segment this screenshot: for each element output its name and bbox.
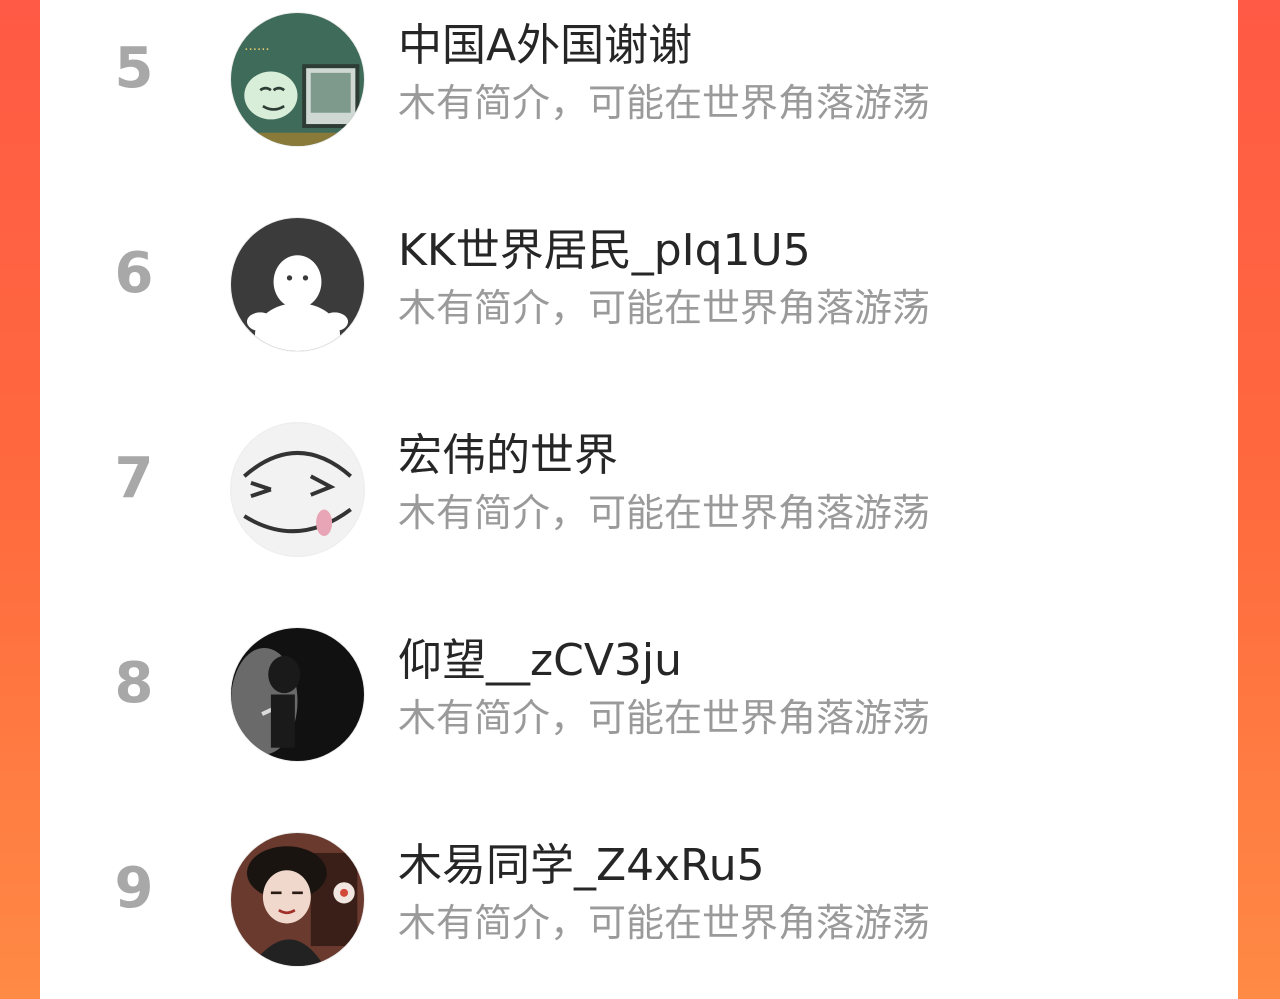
list-item[interactable]: 7 宏伟的世界 木有简介，可能在世界角落游荡 (40, 410, 1238, 560)
rank-number: 5 (114, 36, 154, 101)
rank-number: 8 (114, 651, 154, 716)
user-bio: 木有简介，可能在世界角落游荡 (398, 491, 931, 535)
silhouette-smoking-avatar-icon[interactable] (230, 627, 365, 762)
list-item[interactable]: 8 仰望__zCV3ju 木有简介，可能在世界角落游荡 (40, 615, 1238, 765)
user-name[interactable]: 宏伟的世界 (398, 428, 618, 484)
list-item[interactable]: 6 KK世界居民_pIq1U5 木有简介，可能在世界角落游荡 (40, 205, 1238, 355)
user-bio: 木有简介，可能在世界角落游荡 (398, 81, 931, 125)
user-bio: 木有简介，可能在世界角落游荡 (398, 696, 931, 740)
user-name[interactable]: 木易同学_Z4xRu5 (398, 838, 765, 894)
user-name[interactable]: KK世界居民_pIq1U5 (398, 223, 811, 279)
list-item[interactable]: 5 ...... 中国A外国谢谢 木有简介，可能在世界角落游荡 (40, 0, 1238, 150)
svg-text:......: ...... (244, 39, 269, 54)
list-item[interactable]: 9 木易同学_Z4xRu5 木有简介，可能在世界角落游荡 (40, 820, 1238, 970)
rank-number: 7 (114, 446, 154, 511)
meme-face-computer-avatar-icon[interactable]: ...... (230, 12, 365, 147)
user-bio: 木有简介，可能在世界角落游荡 (398, 286, 931, 330)
rank-number: 9 (114, 856, 154, 921)
ranking-list-panel: 5 ...... 中国A外国谢谢 木有简介，可能在世界角落游荡 6 KK世界居民… (40, 0, 1238, 999)
sketch-smiling-face-avatar-icon[interactable] (230, 422, 365, 557)
rank-number: 6 (114, 241, 154, 306)
anime-character-avatar-icon[interactable] (230, 832, 365, 967)
default-white-figure-avatar-icon[interactable] (230, 217, 365, 352)
user-name[interactable]: 中国A外国谢谢 (398, 18, 692, 74)
user-name[interactable]: 仰望__zCV3ju (398, 633, 682, 689)
user-bio: 木有简介，可能在世界角落游荡 (398, 901, 931, 945)
